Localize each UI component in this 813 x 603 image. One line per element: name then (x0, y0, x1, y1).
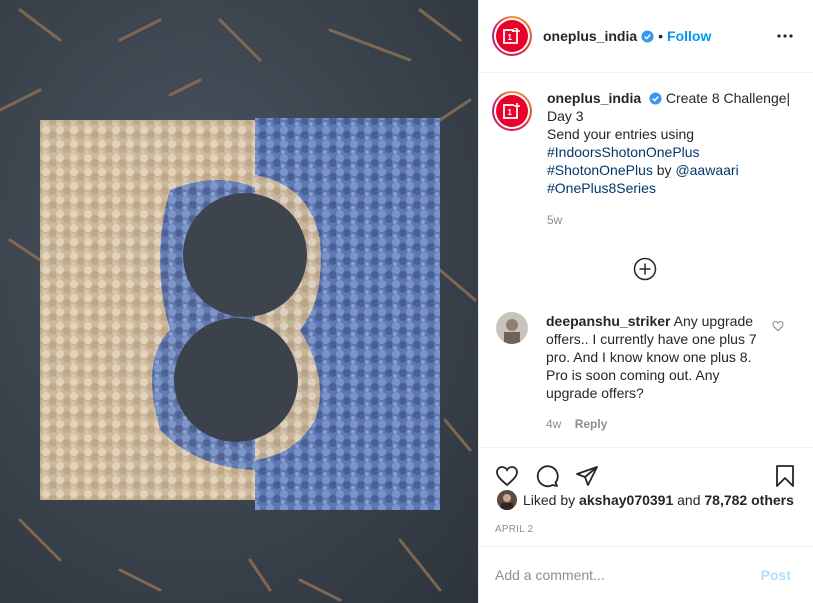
caption-timestamp[interactable]: 5w (547, 211, 790, 229)
svg-text:1: 1 (508, 108, 513, 117)
add-comment-bar: Post (479, 546, 813, 603)
svg-text:1: 1 (508, 33, 513, 42)
likes-summary: Liked by akshay070391 and 78,782 others (497, 490, 803, 510)
comment-body: deepanshu_striker Any upgrade offers.. I… (546, 312, 768, 433)
caption-line: Day 3 (547, 108, 584, 124)
flower-eight-artwork (0, 8, 477, 602)
reply-button[interactable]: Reply (575, 417, 608, 431)
caption-line: Send your entries using (547, 126, 695, 142)
caption: 1 oneplus_india Create 8 Challenge| Day … (492, 89, 797, 229)
caption-text: oneplus_india Create 8 Challenge| Day 3 … (547, 89, 790, 229)
caption-by: by (656, 162, 672, 178)
comment-like-heart-icon[interactable] (772, 320, 784, 332)
oneplus-logo-icon: 1 (496, 20, 528, 52)
oneplus-logo-icon: 1 (496, 95, 528, 127)
follow-button[interactable]: Follow (667, 28, 711, 44)
instagram-post: 1 oneplus_india • Follow 1 oneplus_india… (0, 0, 813, 603)
post-date[interactable]: APRIL 2 (495, 524, 533, 535)
paper-plane-icon (576, 466, 598, 486)
hashtag-link[interactable]: #ShotonOnePlus (547, 162, 653, 178)
comment-timestamp[interactable]: 4w (546, 417, 561, 431)
comment-meta: 4w Reply (546, 415, 768, 433)
heart-icon (496, 466, 518, 487)
likes-and: and (677, 492, 701, 508)
commenter-avatar[interactable] (496, 312, 528, 344)
verified-badge-icon (649, 92, 662, 105)
likes-prefix: Liked by (523, 492, 576, 508)
mention-link[interactable]: @aawaari (675, 162, 738, 178)
post-side-panel: 1 oneplus_india • Follow 1 oneplus_india… (478, 0, 813, 603)
separator-dot: • (658, 28, 664, 44)
hashtag-link[interactable]: #OnePlus8Series (547, 180, 656, 196)
caption-username[interactable]: oneplus_india (547, 90, 641, 106)
hashtag-link[interactable]: #IndoorsShotonOnePlus (547, 144, 700, 160)
bookmark-icon (776, 465, 794, 487)
avatar[interactable]: 1 (492, 16, 532, 56)
caption-line: Create 8 Challenge| (665, 90, 791, 106)
likes-others-link[interactable]: 78,782 others (704, 492, 794, 508)
post-header: 1 oneplus_india • Follow (479, 0, 813, 73)
comment-input[interactable] (495, 567, 761, 583)
comment-bubble-icon (536, 465, 559, 488)
commenter-username[interactable]: deepanshu_striker (546, 313, 671, 329)
caption-avatar[interactable]: 1 (492, 91, 532, 131)
more-options-icon[interactable] (773, 24, 797, 48)
post-image[interactable] (0, 0, 478, 603)
post-comment-button[interactable]: Post (761, 567, 791, 583)
load-more-comments-icon[interactable] (633, 257, 657, 281)
verified-badge-icon (641, 29, 654, 43)
comments-section[interactable]: 1 oneplus_india Create 8 Challenge| Day … (479, 73, 813, 447)
post-actions (479, 447, 813, 495)
liker-username[interactable]: akshay070391 (579, 492, 673, 508)
header-username[interactable]: oneplus_india (543, 28, 637, 44)
liker-avatar[interactable] (497, 490, 517, 510)
comment-item: deepanshu_striker Any upgrade offers.. I… (496, 312, 797, 433)
